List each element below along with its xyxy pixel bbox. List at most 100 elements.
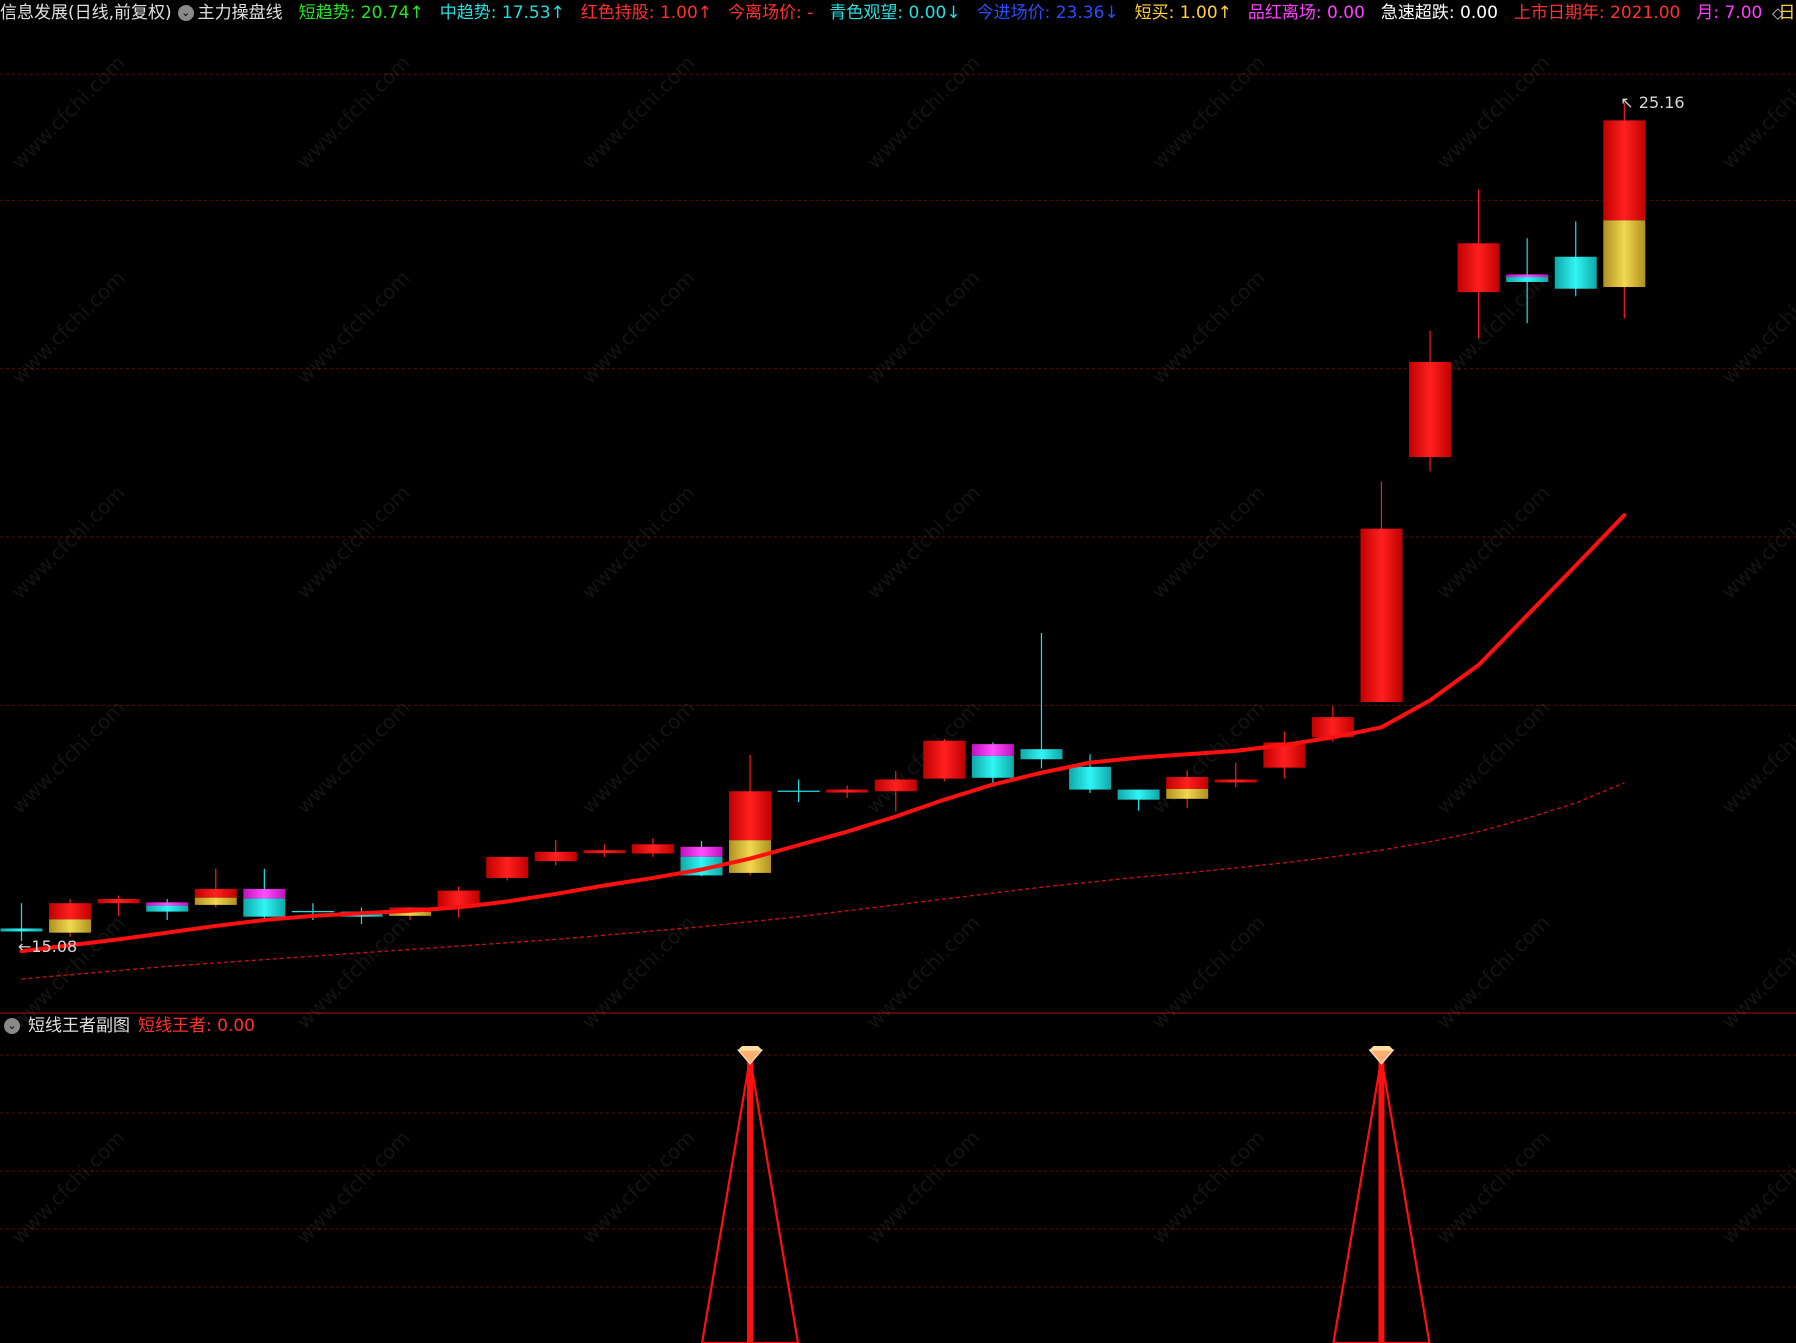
watermark-layer: www.cfchi.com www.cfchi.com www.cfchi.com w… xyxy=(7,51,1796,1249)
chart-canvas: www.cfchi.com www.cfchi.com www.cfchi.com w… xyxy=(0,51,1796,1343)
diamond-icon xyxy=(736,1049,764,1065)
watermark: www.cfchi.com xyxy=(577,266,700,389)
header-item-9: 上市日期年: 2021.00 xyxy=(1513,3,1681,23)
candle-body xyxy=(194,888,237,898)
header-item-value: 0.00 xyxy=(1327,3,1365,23)
watermark: www.cfchi.com xyxy=(7,51,130,174)
header-item-label: 青色观望 xyxy=(829,3,898,23)
header-item-3: 今离场价: - xyxy=(728,3,814,23)
header-item-2: 红色持股: 1.00↑ xyxy=(580,3,713,23)
diamond-icon[interactable]: ◇ xyxy=(1772,4,1784,22)
header-item-label: 短趋势 xyxy=(298,3,350,23)
header-item-label: 品红离场 xyxy=(1247,3,1316,23)
header-item-label: 月 xyxy=(1696,3,1714,23)
sub-panel-name[interactable]: 短线王者副图 xyxy=(28,1013,130,1039)
watermark: www.cfchi.com xyxy=(1717,1126,1796,1249)
watermark: www.cfchi.com xyxy=(577,696,700,819)
sub-item-label: 短线王者 xyxy=(138,1016,206,1036)
indicator-name[interactable]: 主力操盘线 xyxy=(198,0,283,26)
header-item-label: 短买 xyxy=(1134,3,1169,23)
watermark: www.cfchi.com xyxy=(862,696,985,819)
dashed-trend-line xyxy=(21,782,1625,980)
watermark: www.cfchi.com xyxy=(862,51,985,174)
stock-name[interactable]: 信息发展(日线,前复权) xyxy=(0,0,172,26)
watermark: www.cfchi.com xyxy=(7,481,130,604)
candle-body xyxy=(1457,243,1500,293)
watermark: www.cfchi.com xyxy=(1432,481,1555,604)
header-item-4: 青色观望: 0.00↓ xyxy=(829,3,961,23)
watermark: www.cfchi.com xyxy=(577,481,700,604)
candle-body xyxy=(146,905,189,912)
candle-body xyxy=(1506,277,1549,282)
up-arrow-icon: ↑ xyxy=(550,3,565,23)
watermark: www.cfchi.com xyxy=(862,1126,985,1249)
header-item-label: 今进场价 xyxy=(976,3,1045,23)
header-item-8: 急速超跌: 0.00 xyxy=(1380,3,1498,23)
candle-body-yellow xyxy=(1603,220,1646,288)
header-item-value: 1.00 xyxy=(659,3,698,23)
candle-body xyxy=(1554,256,1597,289)
candle-body-magenta xyxy=(680,846,723,857)
header-item-label: 中趋势 xyxy=(439,3,491,23)
header-item-label: 今离场价 xyxy=(728,3,797,23)
candle-body xyxy=(1409,361,1452,458)
diamond-top-icon xyxy=(1369,1046,1394,1050)
header-item-value: 0.00 xyxy=(1460,3,1498,23)
watermark: www.cfchi.com xyxy=(577,51,700,174)
candle-body-yellow xyxy=(49,919,92,933)
candle-body xyxy=(583,850,626,854)
sub-header: ⌄ 短线王者副图 短线王者: 0.00 xyxy=(0,1013,263,1039)
candle-body xyxy=(826,789,869,793)
candle-body xyxy=(971,755,1014,778)
header-item-10: 月: 7.00 xyxy=(1696,3,1763,23)
up-arrow-icon: ↑ xyxy=(697,3,713,23)
header-item-value: - xyxy=(807,3,814,23)
header-item-1: 中趋势: 17.53↑ xyxy=(439,3,565,23)
candle-body xyxy=(486,856,529,878)
header-item-label: 红色持股 xyxy=(580,3,649,23)
diamond-icon xyxy=(1368,1049,1395,1065)
sub-toggle-icon[interactable]: ⌄ xyxy=(4,1018,20,1034)
low-marker-arrow-icon: ← xyxy=(18,937,32,957)
candlestick-series xyxy=(0,102,1646,942)
watermark: www.cfchi.com xyxy=(7,696,130,819)
candle-body xyxy=(243,898,286,917)
watermark: www.cfchi.com xyxy=(292,51,415,174)
candle-body xyxy=(631,844,674,854)
watermark: www.cfchi.com xyxy=(292,481,415,604)
header-item-5: 今进场价: 23.36↓ xyxy=(976,3,1119,23)
indicator-values: 短趋势: 20.74↑ 中趋势: 17.53↑ 红色持股: 1.00↑ 今离场价: -… xyxy=(291,0,1796,26)
watermark: www.cfchi.com xyxy=(1147,266,1270,389)
watermark: www.cfchi.com xyxy=(1717,481,1796,604)
watermark: www.cfchi.com xyxy=(1717,51,1796,174)
watermark: www.cfchi.com xyxy=(292,911,415,1034)
watermark: www.cfchi.com xyxy=(7,1126,130,1249)
watermark: www.cfchi.com xyxy=(1432,696,1555,819)
watermark: www.cfchi.com xyxy=(862,911,985,1034)
indicator-toggle-icon[interactable]: ⌄ xyxy=(177,5,194,21)
header-item-label: 上市日期年 xyxy=(1513,3,1599,23)
up-arrow-icon: ↑ xyxy=(1217,3,1232,23)
down-arrow-icon: ↓ xyxy=(946,3,961,23)
watermark: www.cfchi.com xyxy=(292,696,415,819)
header-item-value: 20.74 xyxy=(360,3,410,23)
watermark: www.cfchi.com xyxy=(7,266,130,389)
candle-body-magenta xyxy=(971,744,1014,756)
candle-body xyxy=(534,851,577,862)
up-arrow-icon: ↑ xyxy=(409,3,424,23)
candle-body-magenta xyxy=(1506,274,1549,278)
candle-body xyxy=(1069,766,1112,790)
down-arrow-icon: ↓ xyxy=(1104,3,1119,23)
low-price-marker: ←15.08 xyxy=(18,937,77,956)
candle-body-magenta xyxy=(243,888,286,899)
candle-body xyxy=(0,928,43,932)
header-item-value: 0.00 xyxy=(908,3,947,23)
watermark: www.cfchi.com xyxy=(577,1126,700,1249)
candle-body xyxy=(49,903,92,920)
watermark: www.cfchi.com xyxy=(1147,51,1270,174)
header-item-7: 品红离场: 0.00 xyxy=(1247,3,1365,23)
candle-body xyxy=(1360,528,1403,703)
high-marker-value: 25.16 xyxy=(1638,92,1685,112)
candle-body xyxy=(1214,779,1257,783)
main-header: 信息发展(日线,前复权) ⌄ 主力操盘线 短趋势: 20.74↑ 中趋势: 17.… xyxy=(0,0,1796,26)
